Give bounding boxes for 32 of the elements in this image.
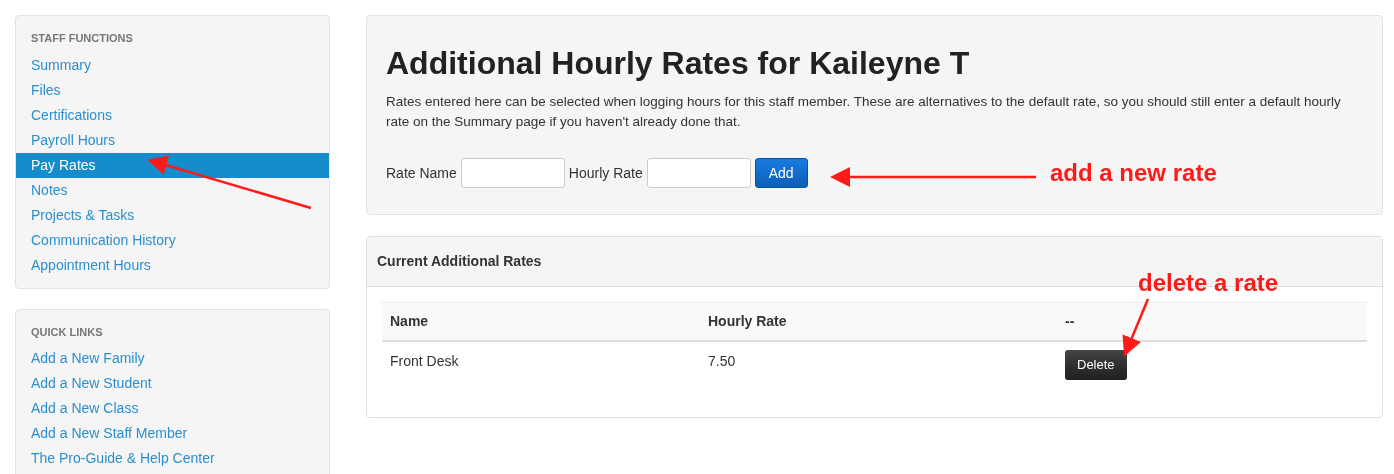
column-header: Name — [390, 313, 429, 329]
sidebar-link[interactable]: Payroll Hours — [16, 127, 329, 153]
sidebar-link[interactable]: Projects & Tasks — [16, 202, 329, 228]
sidebar-link[interactable]: The Pro-Guide & Help Center — [16, 446, 329, 471]
annotation-arrow — [1122, 298, 1150, 357]
description-text: Rates entered here can be selected when logging hours for this staff member. These are alternatives to the default rate, so you should still enter a default hourly rate on the Summary page if you haven't already done that. — [386, 93, 1342, 131]
sidebar-link[interactable]: Certifications — [16, 102, 329, 128]
sidebar-link[interactable]: Add a New Class — [16, 396, 329, 421]
sidebar-link[interactable]: Notes — [16, 177, 329, 203]
table-cell-text: 7.50 — [707, 352, 737, 371]
table-cell-text: Front Desk — [389, 352, 460, 371]
annotation-text: delete a rate — [1138, 268, 1279, 298]
field-label: Rate Name — [386, 163, 457, 183]
column-header: Hourly Rate — [708, 313, 787, 329]
delete-button[interactable]: Delete — [1065, 350, 1127, 380]
sidebar-link[interactable]: Appointment Hours — [16, 252, 329, 278]
field-label: Hourly Rate — [568, 163, 643, 183]
annotation-text: add a new rate — [1050, 158, 1217, 188]
sidebar-link[interactable]: Summary — [16, 52, 329, 78]
input-field[interactable] — [460, 158, 565, 188]
section-heading: STAFF FUNCTIONS — [30, 31, 134, 46]
section-heading: QUICK LINKS — [30, 324, 104, 340]
sidebar-link[interactable]: Pay Rates — [16, 152, 329, 178]
input-field[interactable] — [646, 158, 751, 188]
column-header: -- — [1065, 313, 1075, 329]
add-button[interactable]: Add — [754, 158, 808, 188]
page-title: Additional Hourly Rates for Kaileyne T — [386, 44, 971, 82]
sidebar-link[interactable]: Add a New Family — [16, 346, 329, 371]
sidebar-link[interactable]: Add a New Student — [16, 371, 329, 396]
sidebar-link[interactable]: Add a New Staff Member — [16, 421, 329, 446]
sidebar-link[interactable]: Communication History — [16, 227, 329, 253]
sidebar-link[interactable]: Files — [16, 77, 329, 103]
